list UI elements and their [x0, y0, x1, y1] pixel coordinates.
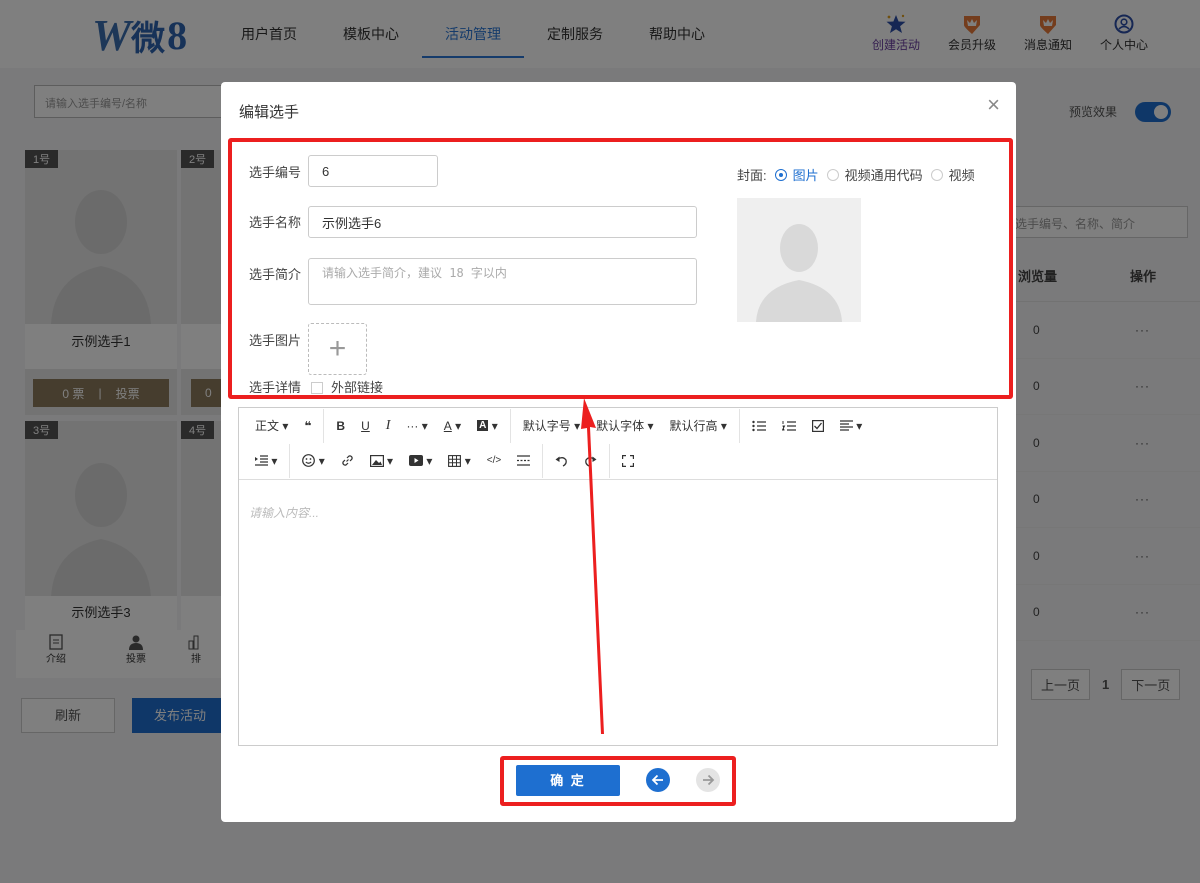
link-icon[interactable] [333, 448, 362, 474]
cover-radio-image[interactable] [774, 168, 787, 181]
table-dropdown[interactable]: ▾ [440, 448, 478, 474]
font-size-label: 默认字号 [522, 419, 571, 433]
align-icon [839, 420, 853, 431]
toolbar-divider [289, 443, 291, 478]
cover-option-image[interactable]: 图片 [793, 165, 819, 184]
video-dropdown[interactable]: ▾ [401, 448, 440, 474]
toolbar-divider [542, 443, 544, 478]
arrow-right-icon [703, 774, 715, 786]
toolbar-divider [509, 408, 511, 443]
more-styles-dropdown[interactable]: ··· ▾ [398, 413, 435, 439]
table-icon [448, 454, 462, 467]
emoji-dropdown[interactable]: ▾ [294, 448, 332, 474]
more-styles-icon: ··· [406, 418, 419, 433]
line-height-dropdown[interactable]: 默认行高 ▾ [662, 413, 735, 439]
next-contestant-button[interactable] [696, 768, 720, 792]
cover-radio-video-code[interactable] [826, 168, 839, 181]
toolbar-divider [738, 408, 740, 443]
image-icon [369, 454, 384, 467]
external-link-checkbox[interactable] [311, 382, 324, 394]
dialog-title: 编辑选手 [239, 104, 300, 121]
contestant-number-label: 选手编号 [249, 165, 302, 180]
contestant-number-input[interactable]: 6 [308, 155, 438, 187]
close-icon[interactable]: × [987, 94, 1000, 116]
cover-image-preview[interactable] [737, 198, 861, 322]
confirm-button[interactable]: 确 定 [516, 765, 620, 796]
indent-dropdown[interactable]: ▾ [247, 448, 285, 474]
todo-checkbox-icon[interactable] [804, 413, 832, 439]
external-link-label: 外部链接 [331, 380, 384, 395]
previous-contestant-button[interactable] [646, 768, 670, 792]
bullet-list-icon[interactable] [744, 413, 774, 439]
emoji-icon [302, 454, 316, 467]
annotation-arrow [581, 398, 604, 734]
bold-icon[interactable]: B [328, 413, 353, 439]
cover-type-selector: 封面: 图片 视频通用代码 视频 [737, 165, 975, 184]
heading-label: 正文 [255, 419, 280, 433]
video-icon [409, 455, 424, 466]
align-dropdown[interactable]: ▾ [832, 413, 870, 439]
underline-icon[interactable]: U [353, 413, 378, 439]
italic-icon[interactable]: I [378, 413, 399, 439]
line-height-label: 默认行高 [669, 419, 718, 433]
contestant-intro-textarea[interactable]: 请输入选手简介，建议 18 字以内 [308, 258, 697, 305]
toolbar-divider [323, 408, 325, 443]
font-color-icon: A [443, 418, 452, 433]
cover-label: 封面: [737, 168, 767, 183]
heading-dropdown[interactable]: 正文 ▾ [247, 413, 296, 439]
image-upload-button[interactable]: + [308, 323, 367, 375]
arrow-left-icon [651, 774, 663, 786]
contestant-name-label: 选手名称 [249, 215, 302, 230]
image-dropdown[interactable]: ▾ [362, 448, 401, 474]
contestant-name-input[interactable]: 示例选手6 [308, 206, 697, 238]
cover-option-video-code[interactable]: 视频通用代码 [845, 165, 923, 184]
contestant-intro-label: 选手简介 [249, 267, 302, 282]
detail-label-text: 选手详情 [249, 380, 302, 395]
contestant-image-label: 选手图片 [249, 333, 302, 348]
numbered-list-icon[interactable] [774, 413, 804, 439]
bg-color-dropdown[interactable]: A ▾ [469, 413, 506, 439]
contestant-detail-label: 选手详情 外部链接 [249, 377, 383, 396]
divider-icon[interactable] [509, 448, 538, 474]
font-color-dropdown[interactable]: A ▾ [436, 413, 469, 439]
indent-icon [255, 455, 268, 466]
cover-option-video[interactable]: 视频 [949, 165, 975, 184]
quote-icon[interactable]: ❝ [296, 413, 319, 439]
bg-color-icon: A [477, 420, 489, 431]
code-icon[interactable]: </> [479, 448, 509, 474]
cover-radio-video[interactable] [930, 168, 943, 181]
